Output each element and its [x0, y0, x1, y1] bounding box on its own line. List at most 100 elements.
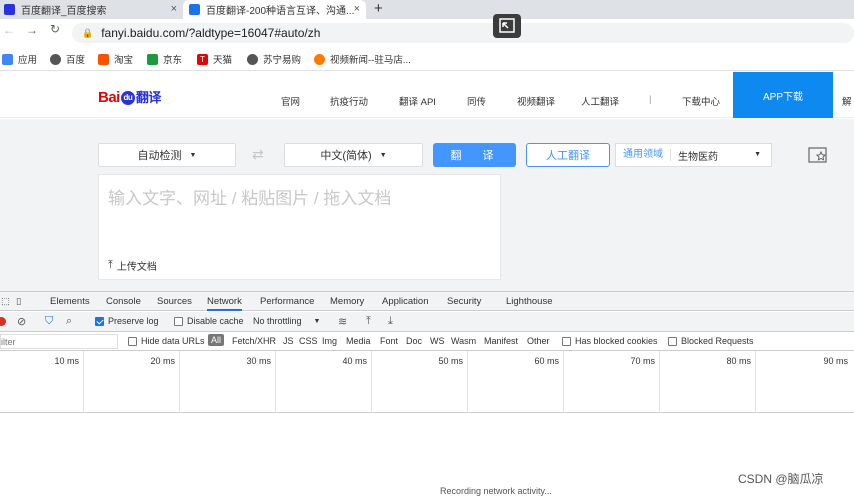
forward-button[interactable]: → [26, 23, 38, 37]
browser-tab-baidu-search[interactable]: 百度翻译_百度搜索 × [0, 0, 183, 19]
tick-label: 50 ms [438, 356, 463, 366]
back-button[interactable]: ← [3, 23, 15, 37]
disable-cache-label: Disable cache [187, 316, 244, 326]
filter-type-fetch-xhr[interactable]: Fetch/XHR [232, 336, 276, 346]
human-translate-button[interactable]: 人工翻译 [526, 143, 610, 167]
nav-download-center[interactable]: 下载中心 [682, 94, 720, 108]
tick-label: 10 ms [54, 356, 79, 366]
bookmark-apps[interactable]: 应用 [2, 52, 37, 66]
checkbox-checked [95, 316, 104, 326]
picture-in-picture-icon[interactable] [493, 14, 521, 38]
address-bar[interactable]: 🔒 fanyi.baidu.com/?aldtype=16047#auto/zh [72, 23, 854, 43]
record-icon[interactable] [0, 317, 6, 326]
swap-languages-icon[interactable]: ⇄ [252, 146, 264, 163]
bookmark-label: 苏宁易购 [263, 55, 302, 66]
export-har-icon[interactable]: ⤓ [388, 315, 393, 328]
recording-status: Recording network activity... [440, 486, 552, 496]
translate-button[interactable]: 翻 译 [433, 143, 516, 167]
filter-type-ws[interactable]: WS [430, 336, 445, 346]
logo-text: 翻译 [135, 90, 162, 105]
devtools-tab-console[interactable]: Console [106, 296, 141, 307]
blocked-requests-checkbox[interactable]: Blocked Requests [668, 336, 754, 346]
nav-simultaneous[interactable]: 同传 [467, 94, 486, 108]
devtools-tab-elements[interactable]: Elements [50, 296, 90, 307]
nav-covid[interactable]: 抗疫行动 [330, 94, 368, 108]
devtools-tab-sources[interactable]: Sources [157, 296, 192, 307]
filter-type-css[interactable]: CSS [299, 336, 318, 346]
nav-video-translate[interactable]: 视频翻译 [517, 94, 555, 108]
new-tab-button[interactable]: + [374, 0, 383, 17]
source-language-select[interactable]: 自动检测 ▼ [98, 143, 236, 167]
reload-button[interactable]: ↻ [50, 22, 60, 36]
inspect-element-icon[interactable]: ⬚ [1, 296, 10, 307]
devtools-tab-application[interactable]: Application [382, 296, 428, 307]
devtools-tab-performance[interactable]: Performance [260, 296, 314, 307]
upload-icon: ⤒ [108, 259, 113, 271]
filter-type-media[interactable]: Media [346, 336, 371, 346]
network-toolbar: ⊘ ⛉ ⌕ Preserve log Disable cache No thro… [0, 312, 854, 332]
filter-type-doc[interactable]: Doc [406, 336, 422, 346]
csdn-watermark: CSDN @脑瓜凉 [738, 472, 824, 486]
filter-type-font[interactable]: Font [380, 336, 398, 346]
bookmark-jd[interactable]: 京东 [147, 52, 182, 66]
upload-document-button[interactable]: ⤒ 上传文档 [108, 258, 157, 273]
network-conditions-icon[interactable]: ≋ [338, 315, 347, 328]
clear-icon[interactable]: ⊘ [17, 315, 26, 328]
checkbox-unchecked [128, 336, 137, 346]
favorite-star-icon[interactable] [808, 146, 828, 164]
checkbox-unchecked [174, 316, 183, 326]
throttling-label: No throttling [253, 316, 302, 326]
hide-data-urls-label: Hide data URLs [141, 336, 205, 346]
device-toolbar-icon[interactable]: ▯ [16, 296, 21, 307]
app-download-button[interactable]: APP下载 [733, 72, 833, 118]
source-text-panel[interactable]: 输入文字、网址 / 粘贴图片 / 拖入文档 ⤒ 上传文档 [98, 174, 501, 280]
nav-cut-link[interactable]: 解 [842, 94, 852, 108]
bookmark-label: 淘宝 [114, 55, 134, 66]
devtools-panel: ⬚ ▯ Elements Console Sources Network Per… [0, 291, 854, 496]
nav-human-translate[interactable]: 人工翻译 [581, 94, 619, 108]
bookmark-tmall[interactable]: T 天猫 [197, 52, 232, 66]
nav-official[interactable]: 官网 [281, 94, 300, 108]
filter-type-img[interactable]: Img [322, 336, 337, 346]
bookmark-video-news[interactable]: 视频新闻--驻马店... [314, 52, 411, 66]
close-tab-icon[interactable]: × [354, 3, 360, 15]
timeline-tick: 30 ms [180, 351, 276, 413]
devtools-tab-security[interactable]: Security [447, 296, 481, 307]
network-overview-timeline[interactable]: 10 ms 20 ms 30 ms 40 ms 50 ms 60 ms 70 m… [0, 351, 854, 413]
browser-tab-baidu-translate[interactable]: 百度翻译-200种语言互译、沟通... × [183, 0, 366, 19]
bookmark-baidu[interactable]: 百度 [50, 52, 85, 66]
devtools-tab-network[interactable]: Network [207, 296, 242, 311]
domain-value: 生物医药 [678, 151, 718, 163]
filter-type-wasm[interactable]: Wasm [451, 336, 476, 346]
source-language-label: 自动检测 [137, 150, 182, 162]
throttling-select[interactable]: No throttling ▼ [253, 316, 320, 326]
bookmarks-bar: 应用 百度 淘宝 京东 T 天猫 苏宁易购 视频新闻--驻马店... [0, 47, 854, 71]
baidu-translate-logo[interactable]: Bai du 翻译 [98, 87, 161, 106]
timeline-tick: 50 ms [372, 351, 468, 413]
nav-divider: | [649, 94, 652, 105]
devtools-tab-lighthouse[interactable]: Lighthouse [506, 296, 552, 307]
has-blocked-cookies-checkbox[interactable]: Has blocked cookies [562, 336, 658, 346]
filter-type-js[interactable]: JS [283, 336, 294, 346]
bookmark-label: 京东 [163, 55, 183, 66]
preserve-log-checkbox[interactable]: Preserve log [95, 316, 159, 326]
filter-type-manifest[interactable]: Manifest [484, 336, 518, 346]
timeline-tick: 10 ms [0, 351, 84, 413]
filter-funnel-icon[interactable]: ⛉ [45, 315, 53, 328]
filter-type-other[interactable]: Other [527, 336, 550, 346]
search-icon[interactable]: ⌕ [66, 315, 72, 328]
import-har-icon[interactable]: ⤒ [366, 315, 371, 328]
domain-select[interactable]: 通用领域 生物医药 ▼ [615, 143, 772, 167]
domain-label: 通用领域 [616, 149, 671, 161]
nav-api[interactable]: 翻译 API [399, 94, 436, 108]
hide-data-urls-checkbox[interactable]: Hide data URLs [128, 336, 205, 346]
target-language-select[interactable]: 中文(简体) ▼ [284, 143, 423, 167]
close-tab-icon[interactable]: × [171, 3, 177, 15]
lock-icon: 🔒 [82, 27, 94, 38]
bookmark-suning[interactable]: 苏宁易购 [247, 52, 301, 66]
filter-type-all[interactable]: All [208, 334, 225, 346]
disable-cache-checkbox[interactable]: Disable cache [174, 316, 244, 326]
bookmark-taobao[interactable]: 淘宝 [98, 52, 133, 66]
filter-input[interactable]: ilter [0, 334, 118, 349]
devtools-tab-memory[interactable]: Memory [330, 296, 364, 307]
